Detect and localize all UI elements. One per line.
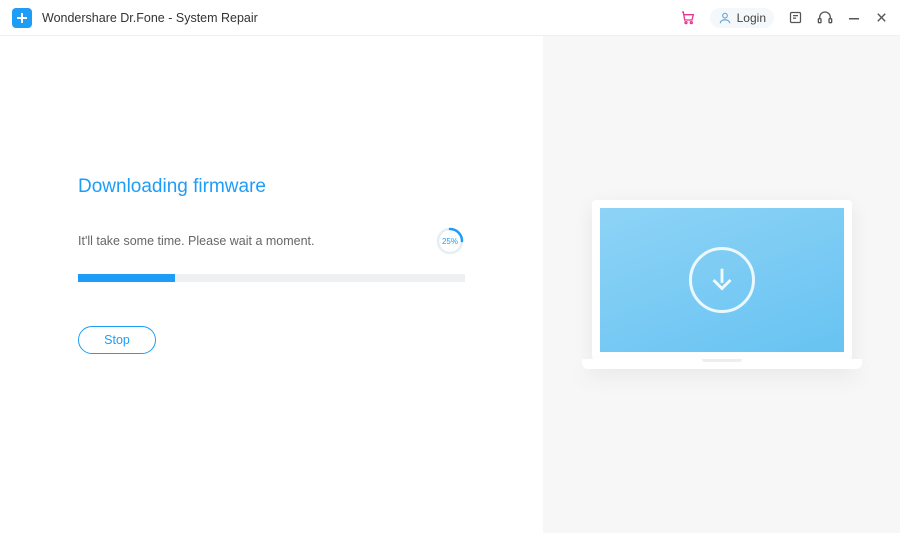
left-panel: Downloading firmware It'll take some tim… (0, 36, 543, 533)
download-arrow-icon (689, 247, 755, 313)
right-panel (543, 36, 900, 533)
progress-fill (78, 274, 175, 282)
progress-percent-label: 25% (442, 237, 458, 246)
login-label: Login (737, 11, 766, 25)
laptop-screen (592, 200, 852, 360)
stop-button-label: Stop (104, 333, 130, 347)
app-window: Wondershare Dr.Fone - System Repair Logi… (0, 0, 900, 533)
laptop-base (582, 359, 862, 369)
user-icon (718, 11, 732, 25)
app-title: Wondershare Dr.Fone - System Repair (42, 11, 680, 25)
login-button[interactable]: Login (710, 8, 774, 28)
laptop-illustration (582, 200, 862, 369)
app-logo-icon (12, 8, 32, 28)
support-icon[interactable] (817, 10, 833, 26)
titlebar-actions: Login (680, 8, 888, 28)
progress-ring: 25% (435, 226, 465, 256)
minimize-button[interactable] (847, 11, 861, 25)
page-heading: Downloading firmware (78, 176, 465, 198)
content-area: Downloading firmware It'll take some tim… (0, 36, 900, 533)
titlebar: Wondershare Dr.Fone - System Repair Logi… (0, 0, 900, 36)
cart-icon[interactable] (680, 10, 696, 26)
stop-button[interactable]: Stop (78, 326, 156, 354)
status-text: It'll take some time. Please wait a mome… (78, 234, 315, 248)
feedback-icon[interactable] (788, 10, 803, 25)
status-row: It'll take some time. Please wait a mome… (78, 226, 465, 256)
progress-bar (78, 274, 465, 282)
close-button[interactable] (875, 11, 888, 24)
